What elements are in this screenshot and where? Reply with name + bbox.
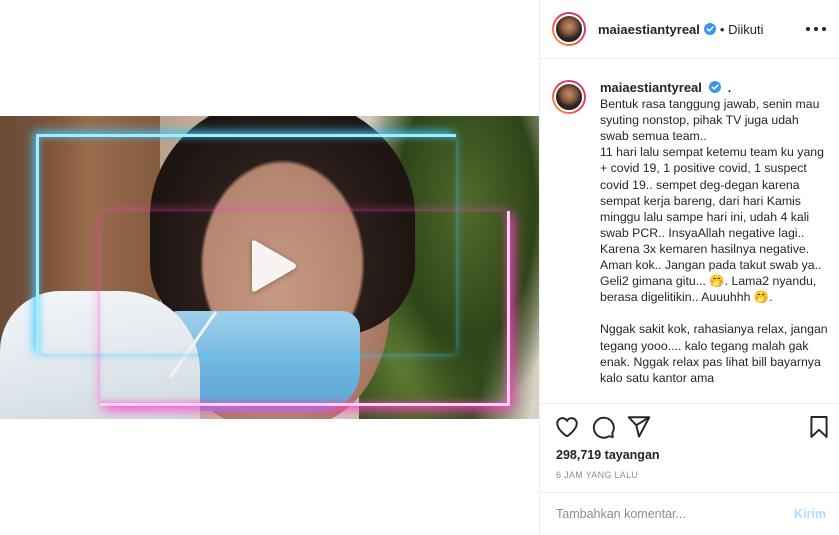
play-icon[interactable]: [244, 237, 300, 295]
comment-bar: Kirim: [540, 492, 839, 535]
comment-bubble-icon[interactable]: [590, 414, 616, 440]
verified-badge-icon: [709, 81, 722, 93]
view-count[interactable]: 298,719 tayangan: [556, 448, 660, 462]
media-pane: [0, 0, 539, 535]
post-side-panel: maiaestiantyreal • Diikuti maiaestiantyr…: [539, 0, 839, 535]
post-actions: 298,719 tayangan 6 JAM YANG LALU: [540, 403, 839, 503]
neon-frame-pink: [100, 211, 510, 406]
caption-avatar[interactable]: [552, 80, 586, 114]
follow-status[interactable]: • Diikuti: [720, 22, 764, 37]
more-options-icon[interactable]: [806, 20, 826, 38]
paper-plane-icon[interactable]: [626, 414, 652, 440]
verified-badge-icon: [703, 23, 716, 35]
send-comment-button[interactable]: Kirim: [794, 507, 826, 521]
header-avatar[interactable]: [552, 12, 586, 46]
post-timestamp[interactable]: 6 JAM YANG LALU: [556, 470, 638, 480]
caption-username[interactable]: maiaestiantyreal: [600, 80, 702, 95]
instagram-post-modal: maiaestiantyreal • Diikuti maiaestiantyr…: [0, 0, 839, 535]
post-header: maiaestiantyreal • Diikuti: [540, 0, 839, 59]
comment-input[interactable]: [556, 507, 795, 521]
bookmark-icon[interactable]: [806, 414, 832, 440]
caption-dot: .: [727, 81, 732, 95]
caption-row: maiaestiantyreal . Bentuk rasa tanggung …: [552, 80, 828, 386]
caption-text: Bentuk rasa tanggung jawab, senin mau sy…: [600, 97, 828, 385]
caption-area: maiaestiantyreal . Bentuk rasa tanggung …: [540, 60, 839, 403]
header-username[interactable]: maiaestiantyreal: [598, 22, 700, 37]
heart-icon[interactable]: [554, 414, 580, 440]
caption-body: maiaestiantyreal . Bentuk rasa tanggung …: [600, 80, 828, 386]
